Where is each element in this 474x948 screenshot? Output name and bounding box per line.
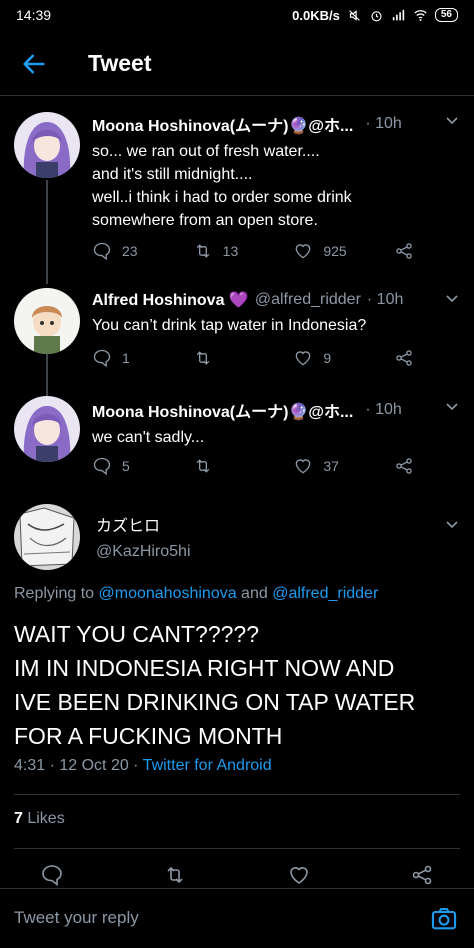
replying-prefix: Replying to (14, 585, 99, 602)
reply-button[interactable]: 23 (92, 241, 188, 261)
retweet-icon (196, 244, 209, 258)
like-count: 9 (323, 350, 332, 366)
camera-icon[interactable] (430, 905, 458, 933)
avatar[interactable] (14, 504, 80, 570)
likes-count: 7 (14, 810, 23, 827)
page-title: Tweet (88, 50, 152, 76)
tweet-date: 4:31 · 12 Oct 20 · (14, 757, 143, 774)
like-button[interactable]: 37 (293, 456, 389, 476)
chevron-down-icon[interactable] (444, 290, 460, 306)
status-time: 14:39 (16, 7, 52, 23)
network-speed: 0.0KB/s (292, 7, 340, 23)
retweet-button[interactable] (193, 348, 289, 368)
tweet-time: · 10h (366, 291, 404, 308)
reply-icon (93, 242, 111, 261)
chevron-down-icon[interactable] (444, 398, 460, 414)
thread-connector (46, 352, 48, 396)
avatar[interactable] (14, 112, 80, 178)
author-name[interactable]: Alfred Hoshinova 💜 (92, 290, 249, 310)
author-name[interactable]: Moona Hoshinova(ムーナ)🔮@ホ... (92, 112, 353, 136)
replying-and: and (236, 585, 273, 602)
battery-indicator: 56 (434, 8, 458, 22)
heart-icon (295, 459, 311, 474)
tweet-actions (40, 863, 434, 887)
back-arrow-icon[interactable] (20, 50, 48, 78)
like-button[interactable]: 925 (293, 241, 389, 261)
reply-count: 23 (122, 243, 138, 259)
reply-icon[interactable] (40, 863, 64, 887)
chevron-down-icon[interactable] (444, 112, 460, 128)
app-header: Tweet (0, 30, 474, 96)
likes-summary[interactable]: 7 Likes (14, 810, 65, 828)
reply-count: 5 (122, 458, 130, 474)
reply-button[interactable]: 1 (92, 348, 188, 368)
signal-icon (392, 9, 405, 20)
like-count: 37 (323, 458, 339, 474)
divider (14, 794, 460, 795)
tweet-time: · 10h (365, 115, 402, 132)
chevron-down-icon[interactable] (444, 516, 460, 532)
author-handle[interactable]: @KazHiro5hi (96, 543, 191, 561)
share-button[interactable] (394, 241, 414, 261)
reply-icon (93, 349, 111, 368)
mute-icon (349, 9, 360, 21)
wifi-icon (414, 9, 427, 21)
retweet-icon[interactable] (163, 863, 187, 887)
author-name[interactable]: カズヒロ (96, 512, 160, 536)
tweet-text: we can't sadly... (92, 429, 205, 446)
share-icon (396, 458, 412, 474)
likes-label: Likes (22, 810, 65, 827)
thread-connector (46, 180, 48, 284)
client-link[interactable]: Twitter for Android (143, 757, 272, 774)
alarm-icon (371, 10, 382, 21)
author-name[interactable]: Moona Hoshinova(ムーナ)🔮@ホ... (92, 398, 353, 422)
reply-input[interactable]: Tweet your reply (14, 908, 139, 928)
reply-bar: Tweet your reply (0, 888, 474, 948)
replying-to: Replying to @moonahoshinova and @alfred_… (14, 585, 378, 603)
divider (14, 848, 460, 849)
avatar[interactable] (14, 288, 80, 354)
share-icon[interactable] (410, 863, 434, 887)
reply-button[interactable]: 5 (92, 456, 188, 476)
status-bar: 14:39 0.0KB/s 56 (0, 0, 474, 30)
retweet-button[interactable]: 13 (193, 241, 289, 261)
tweet-text: WAIT YOU CANT????? IM IN INDONESIA RIGHT… (14, 621, 416, 749)
tweet-text: You can’t drink tap water in Indonesia? (92, 317, 367, 334)
tweet-time: · 10h (365, 401, 402, 418)
like-count: 925 (323, 243, 347, 259)
share-button[interactable] (394, 456, 414, 476)
mention-link[interactable]: @moonahoshinova (99, 585, 237, 602)
tweet-meta: 4:31 · 12 Oct 20 · Twitter for Android (14, 757, 272, 775)
retweet-count: 13 (222, 243, 239, 259)
author-handle[interactable]: @alfred_ridder (255, 291, 361, 309)
retweet-button[interactable] (193, 456, 289, 476)
heart-icon (295, 351, 311, 366)
reply-count: 1 (122, 350, 130, 366)
share-icon (396, 350, 412, 366)
retweet-icon (196, 351, 209, 365)
heart-icon[interactable] (287, 863, 311, 887)
mention-link[interactable]: @alfred_ridder (272, 585, 378, 602)
retweet-icon (196, 459, 209, 473)
share-button[interactable] (394, 348, 414, 368)
tweet-text: so... we ran out of fresh water.... and … (92, 143, 352, 229)
heart-icon (295, 244, 311, 259)
share-icon (396, 243, 412, 259)
reply-icon (93, 457, 111, 476)
avatar[interactable] (14, 396, 80, 462)
like-button[interactable]: 9 (293, 348, 389, 368)
